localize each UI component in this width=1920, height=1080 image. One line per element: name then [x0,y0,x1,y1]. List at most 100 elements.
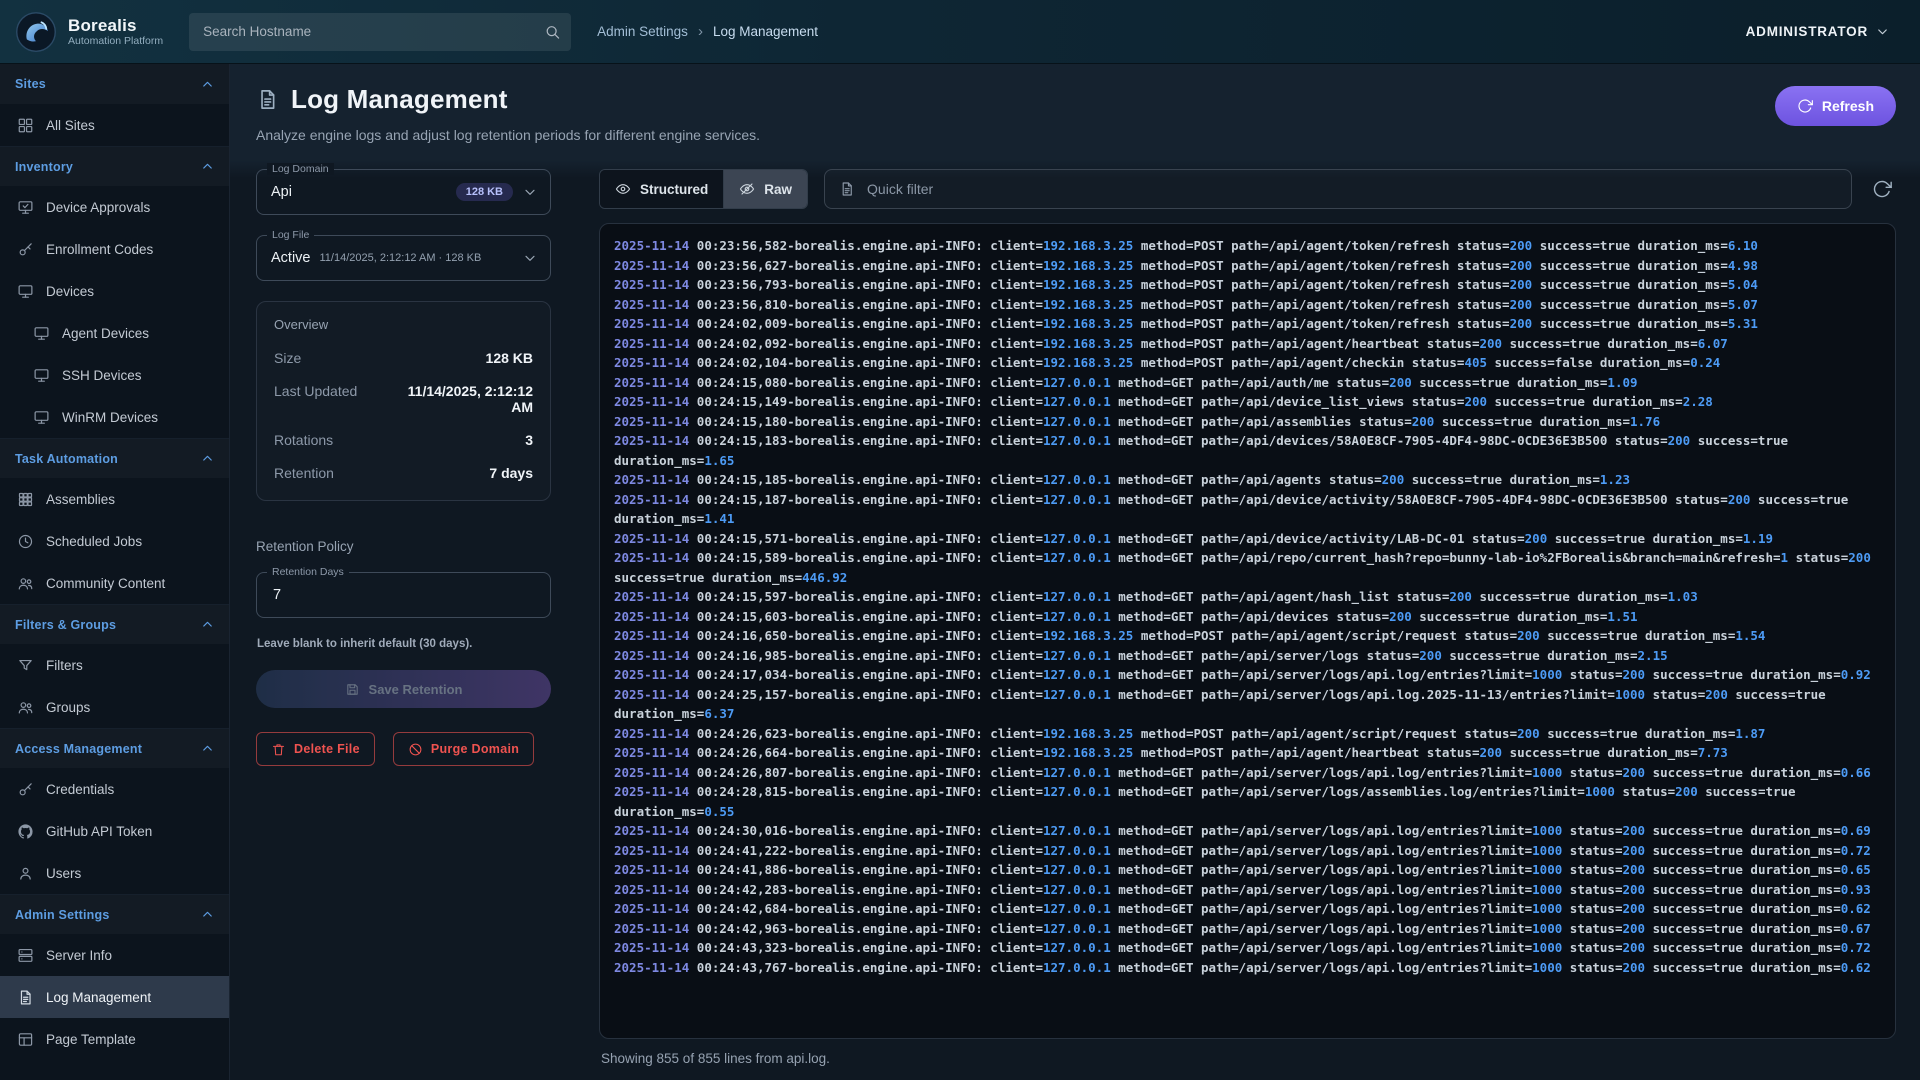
sidebar-item-scheduled-jobs[interactable]: Scheduled Jobs [0,520,229,562]
log-file-select[interactable]: Log File Active 11/14/2025, 2:12:12 AM ·… [256,235,551,281]
topbar: Borealis Automation Platform Admin Setti… [0,0,1920,64]
sidebar-item-label: Page Template [46,1032,136,1047]
sidebar-item-label: Agent Devices [62,326,149,341]
delete-file-label: Delete File [294,742,360,756]
reload-logs-button[interactable] [1868,175,1896,203]
monitor-icon [33,409,50,426]
log-viewer-panel: Structured Raw 2025-11-14 00:23:56,582-bor… [599,169,1896,1080]
log-line: 2025-11-14 00:24:26,664-borealis.engine.… [614,743,1881,763]
chevron-up-icon [200,159,215,174]
log-output[interactable]: 2025-11-14 00:23:56,582-borealis.engine.… [599,223,1896,1039]
section-label: Task Automation [15,452,118,466]
sidebar-section-sites[interactable]: Sites [0,64,229,104]
sidebar-item-label: Assemblies [46,492,115,507]
sidebar-item-users[interactable]: Users [0,852,229,894]
log-controls-panel: Log Domain Api 128 KB Log File Active 11… [256,169,551,1080]
log-line: 2025-11-14 00:24:17,034-borealis.engine.… [614,665,1881,685]
log-line: 2025-11-14 00:24:15,080-borealis.engine.… [614,373,1881,393]
log-line: 2025-11-14 00:24:15,597-borealis.engine.… [614,587,1881,607]
sidebar-item-device-approvals[interactable]: Device Approvals [0,186,229,228]
device-check-icon [17,199,34,216]
overview-card: Overview Size 128 KB Last Updated 11/14/… [256,301,551,501]
sidebar-item-label: Device Approvals [46,200,150,215]
section-label: Admin Settings [15,908,109,922]
retention-days-input[interactable] [271,586,538,604]
filter-log-icon [839,181,855,197]
log-line: 2025-11-14 00:24:15,180-borealis.engine.… [614,412,1881,432]
brand[interactable]: Borealis Automation Platform [14,10,163,54]
breadcrumb-separator: › [698,23,703,40]
chevron-up-icon [200,77,215,92]
log-line: 2025-11-14 00:24:16,650-borealis.engine.… [614,626,1881,646]
breadcrumb-parent[interactable]: Admin Settings [597,24,688,39]
sidebar-item-credentials[interactable]: Credentials [0,768,229,810]
sidebar-item-winrm-devices[interactable]: WinRM Devices [0,396,229,438]
funnel-icon [17,657,34,674]
sidebar-item-label: WinRM Devices [62,410,158,425]
quick-filter-input[interactable] [865,180,1837,198]
server-icon [17,947,34,964]
log-line: 2025-11-14 00:24:25,157-borealis.engine.… [614,685,1881,724]
page-header-text: Log Management Analyze engine logs and a… [256,84,760,143]
sidebar-item-ssh-devices[interactable]: SSH Devices [0,354,229,396]
overview-title: Overview [274,317,533,332]
user-icon [17,865,34,882]
chevron-down-icon [522,250,538,266]
sidebar-item-page-template[interactable]: Page Template [0,1018,229,1060]
quick-filter [824,169,1852,209]
structured-label: Structured [640,182,708,197]
user-menu-button[interactable]: ADMINISTRATOR [1740,23,1896,40]
sidebar-item-all-sites[interactable]: All Sites [0,104,229,146]
refresh-icon [1872,179,1892,199]
sidebar-section-access-management[interactable]: Access Management [0,728,229,768]
section-label: Sites [15,77,46,91]
sidebar-item-server-info[interactable]: Server Info [0,934,229,976]
log-line: 2025-11-14 00:24:15,571-borealis.engine.… [614,529,1881,549]
purge-domain-button[interactable]: Purge Domain [393,732,534,766]
delete-file-button[interactable]: Delete File [256,732,375,766]
log-domain-select[interactable]: Log Domain Api 128 KB [256,169,551,215]
eye-off-icon [739,181,755,197]
sidebar-item-label: Filters [46,658,83,673]
page-subtitle: Analyze engine logs and adjust log reten… [256,127,760,143]
search-icon[interactable] [544,23,561,40]
log-line: 2025-11-14 00:24:30,016-borealis.engine.… [614,821,1881,841]
log-line: 2025-11-14 00:23:56,793-borealis.engine.… [614,275,1881,295]
sidebar-item-enrollment-codes[interactable]: Enrollment Codes [0,228,229,270]
sidebar-item-github-api-token[interactable]: GitHub API Token [0,810,229,852]
sidebar-section-filters-groups[interactable]: Filters & Groups [0,604,229,644]
sidebar-item-label: Groups [46,700,90,715]
sidebar-item-log-management[interactable]: Log Management [0,976,229,1018]
log-line: 2025-11-14 00:24:15,603-borealis.engine.… [614,607,1881,627]
overview-row-size: Size 128 KB [274,350,533,366]
chevron-up-icon [200,741,215,756]
raw-label: Raw [764,182,792,197]
sidebar-item-community-content[interactable]: Community Content [0,562,229,604]
sidebar-item-assemblies[interactable]: Assemblies [0,478,229,520]
refresh-icon [1797,98,1813,114]
sidebar-section-task-automation[interactable]: Task Automation [0,438,229,478]
sidebar-item-devices[interactable]: Devices [0,270,229,312]
sidebar-item-agent-devices[interactable]: Agent Devices [0,312,229,354]
sidebar-item-label: Users [46,866,81,881]
view-mode-toggle: Structured Raw [599,169,808,209]
brand-name: Borealis [68,16,163,36]
sidebar-section-admin-settings[interactable]: Admin Settings [0,894,229,934]
log-line: 2025-11-14 00:24:26,807-borealis.engine.… [614,763,1881,783]
refresh-button[interactable]: Refresh [1775,86,1896,126]
github-icon [17,823,34,840]
raw-view-button[interactable]: Raw [723,170,807,208]
sidebar-section-inventory[interactable]: Inventory [0,146,229,186]
overview-row-last-updated: Last Updated 11/14/2025, 2:12:12 AM [274,383,533,415]
search-input[interactable] [189,13,571,51]
chevron-down-icon [1875,24,1890,39]
sidebar-item-filters[interactable]: Filters [0,644,229,686]
brand-subtitle: Automation Platform [68,35,163,47]
section-label: Filters & Groups [15,618,116,632]
sidebar-item-label: GitHub API Token [46,824,152,839]
eye-icon [615,181,631,197]
log-line: 2025-11-14 00:24:42,684-borealis.engine.… [614,899,1881,919]
structured-view-button[interactable]: Structured [600,170,723,208]
save-retention-button[interactable]: Save Retention [256,670,551,708]
sidebar-item-groups[interactable]: Groups [0,686,229,728]
